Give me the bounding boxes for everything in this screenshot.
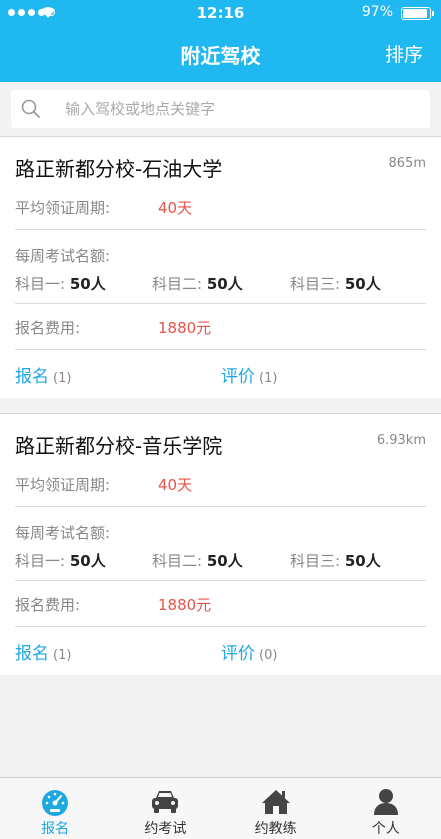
period-label: 平均领证周期: bbox=[15, 199, 111, 217]
nav-bar: 附近驾校 排序 bbox=[0, 26, 441, 82]
subject-one: 科目一: 50人 bbox=[15, 275, 106, 293]
tab-label: 约考试 bbox=[144, 821, 187, 837]
person-icon bbox=[373, 789, 398, 815]
signup-button[interactable]: 报名 (1) bbox=[15, 362, 71, 387]
fee-value: 1880元 bbox=[158, 319, 212, 337]
divider bbox=[15, 626, 426, 627]
speedometer-icon bbox=[42, 790, 69, 816]
period-value: 40天 bbox=[158, 199, 193, 217]
divider bbox=[15, 229, 426, 230]
search-icon bbox=[21, 99, 40, 118]
period-label: 平均领证周期: bbox=[15, 476, 111, 494]
tab-label: 约教练 bbox=[254, 821, 297, 837]
tab-profile[interactable]: 个人 bbox=[331, 778, 441, 839]
divider bbox=[15, 580, 426, 581]
home-icon bbox=[261, 790, 290, 814]
fee-label: 报名费用: bbox=[15, 319, 81, 337]
subject-three: 科目三: 50人 bbox=[290, 552, 381, 570]
school-distance: 865m bbox=[388, 156, 426, 171]
status-bar: 12:16 97% bbox=[0, 0, 441, 26]
battery-percent: 97% bbox=[361, 4, 393, 20]
subject-one: 科目一: 50人 bbox=[15, 552, 106, 570]
school-card[interactable]: 路正新都分校-石油大学 865m 平均领证周期: 40天 每周考试名额: 科目一… bbox=[0, 136, 441, 398]
search-bar bbox=[0, 82, 441, 136]
school-card[interactable]: 路正新都分校-音乐学院 6.93km 平均领证周期: 40天 每周考试名额: 科… bbox=[0, 413, 441, 675]
quota-label: 每周考试名额: bbox=[15, 247, 111, 265]
divider bbox=[15, 506, 426, 507]
divider bbox=[15, 349, 426, 350]
tab-exam[interactable]: 约考试 bbox=[110, 778, 220, 839]
tab-coach[interactable]: 约教练 bbox=[221, 778, 331, 839]
review-button[interactable]: 评价 (0) bbox=[221, 639, 277, 664]
page-title: 附近驾校 bbox=[180, 44, 261, 68]
tab-label: 报名 bbox=[41, 821, 70, 837]
period-value: 40天 bbox=[158, 476, 193, 494]
battery-icon bbox=[401, 7, 434, 20]
fee-value: 1880元 bbox=[158, 596, 212, 614]
tab-label: 个人 bbox=[371, 821, 400, 837]
tab-signup[interactable]: 报名 bbox=[0, 778, 110, 839]
signup-button[interactable]: 报名 (1) bbox=[15, 639, 71, 664]
school-distance: 6.93km bbox=[376, 433, 426, 448]
car-icon bbox=[152, 791, 179, 813]
subject-two: 科目二: 50人 bbox=[152, 552, 243, 570]
search-box[interactable] bbox=[11, 90, 430, 128]
search-input[interactable] bbox=[65, 100, 395, 118]
quota-label: 每周考试名额: bbox=[15, 524, 111, 542]
school-name[interactable]: 路正新都分校-石油大学 bbox=[15, 153, 222, 182]
fee-label: 报名费用: bbox=[15, 596, 81, 614]
review-button[interactable]: 评价 (1) bbox=[221, 362, 277, 387]
sort-button[interactable]: 排序 bbox=[385, 40, 423, 67]
subject-two: 科目二: 50人 bbox=[152, 275, 243, 293]
school-name[interactable]: 路正新都分校-音乐学院 bbox=[15, 430, 222, 459]
subject-three: 科目三: 50人 bbox=[290, 275, 381, 293]
divider bbox=[15, 303, 426, 304]
tab-bar: 报名 约考试 约教练 个人 bbox=[0, 777, 441, 839]
